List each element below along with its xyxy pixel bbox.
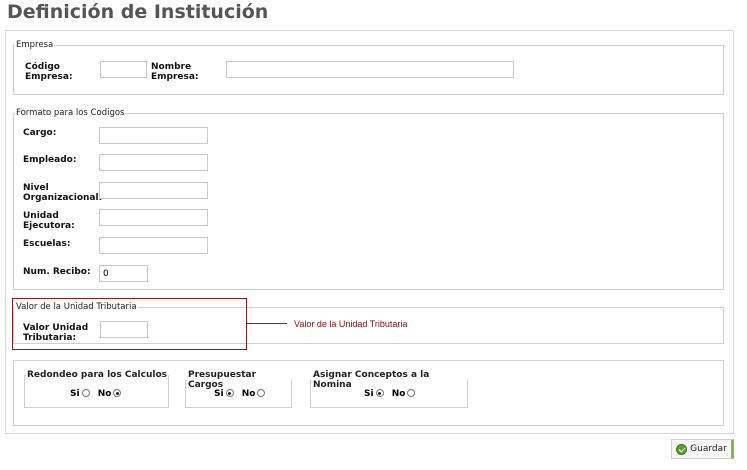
- empresa-legend: Empresa: [16, 40, 54, 50]
- presupuestar-legend: Presupuestar Cargos: [188, 370, 257, 390]
- codigo-empresa-label-line2: Empresa:: [25, 72, 73, 82]
- cargo-input[interactable]: [99, 127, 208, 144]
- asignar-si-label: Si: [364, 389, 374, 399]
- check-circle-icon: [676, 443, 688, 455]
- formato-codigos-legend: Formato para los Codigos: [16, 108, 125, 118]
- redondeo-si-radio[interactable]: [81, 389, 90, 397]
- page-title: Definición de Institución: [7, 1, 269, 23]
- save-button-label: Guardar: [690, 444, 727, 454]
- unidad-tributaria-callout: Valor de la Unidad Tributaria: [294, 319, 408, 329]
- presupuestar-no-radio[interactable]: [257, 389, 266, 397]
- empleado-input[interactable]: [99, 154, 208, 171]
- nombre-empresa-input[interactable]: [226, 61, 514, 78]
- empleado-label: Empleado:: [23, 155, 77, 165]
- num-recibo-label: Num. Recibo:: [23, 267, 91, 277]
- num-recibo-input[interactable]: [99, 265, 148, 282]
- asignar-no-label: No: [391, 389, 406, 399]
- escuelas-label: Escuelas:: [23, 239, 71, 249]
- nivel-organizacional-input[interactable]: [99, 182, 208, 199]
- redondeo-options: Si No: [70, 389, 126, 399]
- asignar-no-radio[interactable]: [407, 389, 416, 397]
- cargo-label: Cargo:: [23, 128, 57, 138]
- asignar-si-radio[interactable]: [375, 389, 384, 397]
- redondeo-si-label: Si: [70, 389, 80, 399]
- unidad-ejecutora-input[interactable]: [99, 209, 208, 226]
- nivel-organizacional-label-line2: Organizacional:: [23, 193, 103, 203]
- presupuestar-si-radio[interactable]: [225, 389, 234, 397]
- save-button[interactable]: Guardar: [671, 439, 734, 459]
- redondeo-no-label: No: [97, 389, 112, 399]
- presupuestar-si-label: Si: [214, 389, 224, 399]
- codigo-empresa-input[interactable]: [100, 61, 147, 78]
- asignar-options: Si No: [364, 389, 420, 399]
- unidad-ejecutora-label-line2: Ejecutora:: [23, 221, 75, 231]
- callout-connector-line: [247, 323, 287, 324]
- escuelas-input[interactable]: [99, 237, 208, 254]
- asignar-legend: Asignar Conceptos a la Nomina: [313, 370, 430, 390]
- redondeo-legend: Redondeo para los Calculos: [27, 370, 167, 380]
- presupuestar-no-label: No: [241, 389, 256, 399]
- nombre-empresa-label-line2: Empresa:: [151, 72, 199, 82]
- redondeo-no-radio[interactable]: [113, 389, 122, 397]
- unidad-tributaria-highlight: [12, 298, 247, 350]
- presupuestar-options: Si No: [214, 389, 270, 399]
